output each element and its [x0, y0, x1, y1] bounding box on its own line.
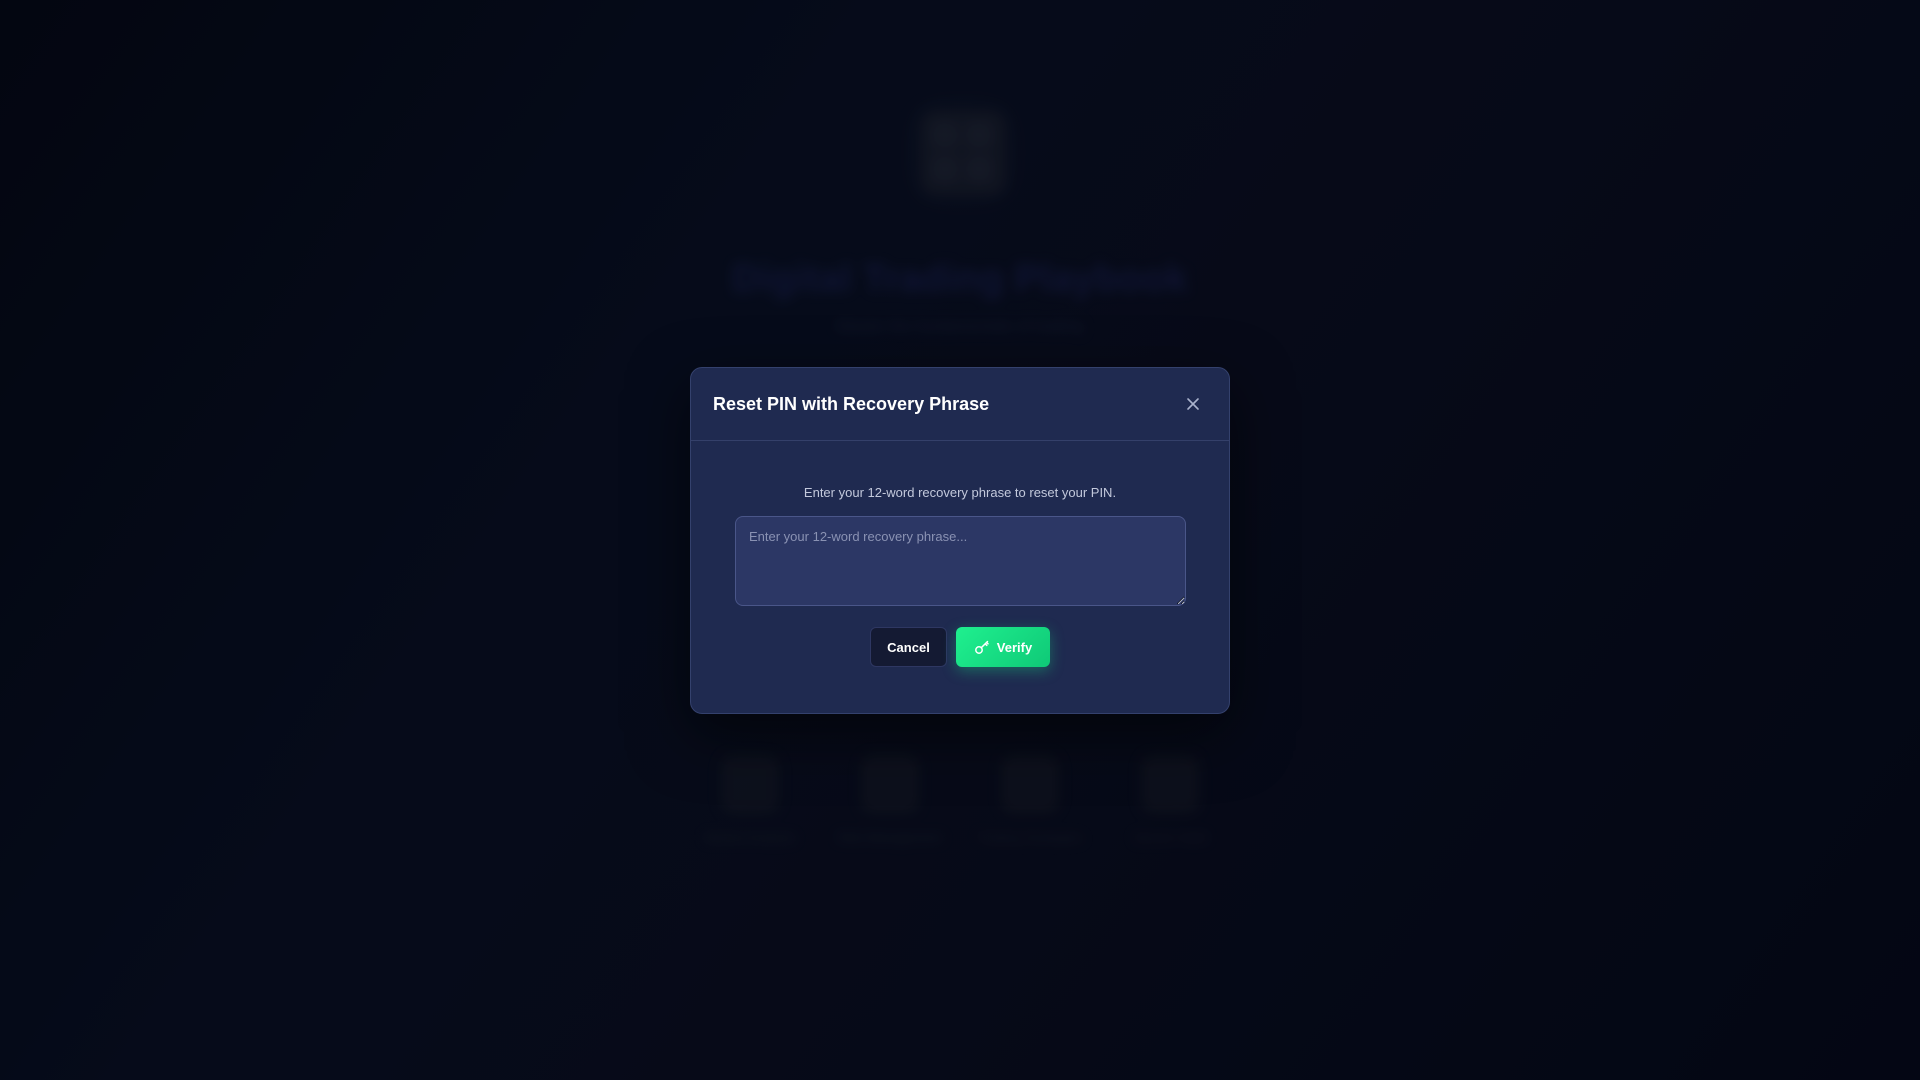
- close-button[interactable]: [1179, 390, 1207, 418]
- dialog-header: Reset PIN with Recovery Phrase: [691, 368, 1229, 441]
- dialog-body: Enter your 12-word recovery phrase to re…: [691, 485, 1229, 667]
- dialog-title: Reset PIN with Recovery Phrase: [713, 393, 990, 414]
- dialog-actions: Cancel Verify: [735, 627, 1185, 667]
- app-screen: Digital Trading Playbook Master the fund…: [0, 0, 1920, 1080]
- verify-label: Verify: [996, 639, 1033, 655]
- reset-pin-dialog: Reset PIN with Recovery Phrase Enter you…: [690, 367, 1230, 714]
- instruction-text: Enter your 12-word recovery phrase to re…: [803, 485, 1117, 500]
- key-icon: [974, 640, 989, 654]
- cancel-button[interactable]: Cancel: [870, 627, 947, 667]
- close-icon: [1187, 398, 1199, 410]
- verify-button[interactable]: Verify: [956, 627, 1050, 667]
- recovery-phrase-input[interactable]: [735, 516, 1186, 606]
